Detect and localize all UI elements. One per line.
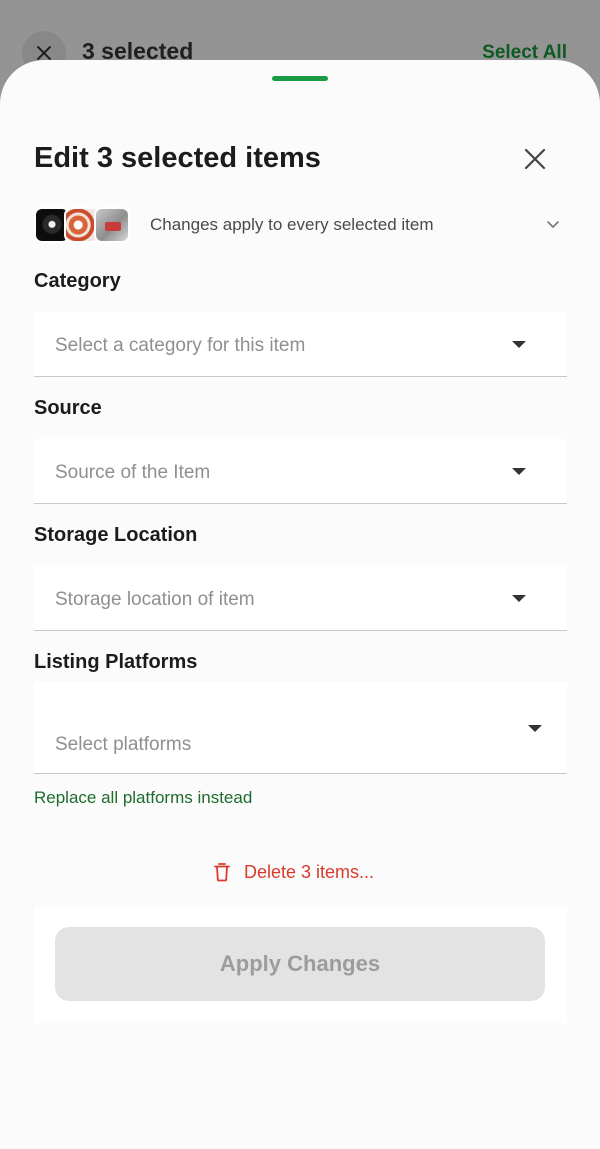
dropdown-arrow-icon [512,468,526,475]
delete-items-button[interactable]: Delete 3 items... [213,860,374,884]
dropdown-arrow-icon [512,595,526,602]
source-select[interactable]: Source of the Item [34,439,567,504]
listing-platforms-placeholder: Select platforms [55,734,192,755]
chevron-down-icon [547,221,559,228]
source-placeholder: Source of the Item [55,462,211,483]
storage-location-select[interactable]: Storage location of item [34,565,567,631]
category-placeholder: Select a category for this item [55,335,306,356]
trash-icon [214,863,230,882]
item-thumbnail [94,207,130,243]
sheet-title: Edit 3 selected items [34,142,321,174]
changes-apply-note: Changes apply to every selected item [150,215,434,234]
replace-platforms-link[interactable]: Replace all platforms instead [34,788,252,808]
apply-changes-button[interactable]: Apply Changes [55,927,545,1001]
source-label: Source [34,397,102,419]
category-label: Category [34,270,121,292]
storage-location-placeholder: Storage location of item [55,589,255,610]
close-icon [37,46,51,60]
sheet-drag-handle[interactable] [272,76,328,81]
category-select[interactable]: Select a category for this item [34,312,567,377]
edit-items-sheet: Edit 3 selected items Changes apply to e… [0,60,600,1149]
apply-panel: Apply Changes [34,907,567,1023]
delete-items-label: Delete 3 items... [244,861,375,882]
sheet-close-button[interactable] [518,142,552,176]
selected-items-summary[interactable]: Changes apply to every selected item [34,205,566,245]
close-icon [524,148,546,170]
listing-platforms-select[interactable]: Select platforms [34,682,567,774]
dropdown-arrow-icon [528,725,542,732]
listing-platforms-label: Listing Platforms [34,651,198,673]
dropdown-arrow-icon [512,341,526,348]
storage-location-label: Storage Location [34,524,198,546]
expand-summary-button[interactable] [544,215,562,233]
